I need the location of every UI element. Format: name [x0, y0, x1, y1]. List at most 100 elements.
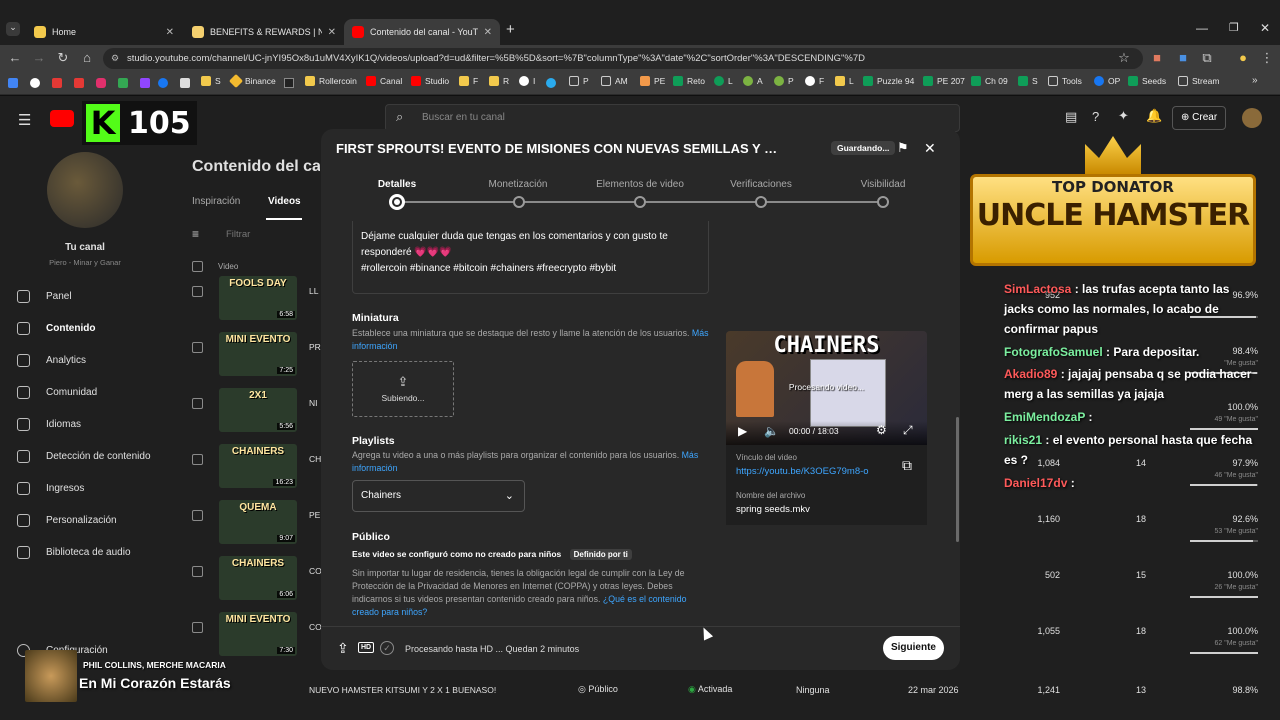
bookmark-icon[interactable]: [74, 78, 84, 88]
reload-icon[interactable]: ↻: [56, 51, 70, 65]
bookmark-p2[interactable]: P: [774, 76, 794, 86]
bookmark-pe-207[interactable]: PE 207: [923, 76, 965, 86]
close-tab-icon[interactable]: ✕: [166, 27, 174, 38]
sparkle-icon[interactable]: ✦: [1118, 108, 1129, 124]
next-button[interactable]: Siguiente: [883, 636, 944, 660]
bookmark-f[interactable]: F: [459, 76, 478, 86]
video-title[interactable]: NI: [309, 398, 318, 408]
sidebar-item-personalización[interactable]: Personalización: [17, 514, 117, 527]
url-input[interactable]: ⚙ studio.youtube.com/channel/UC-jnYI95Ox…: [103, 48, 1143, 69]
bookmark-icon[interactable]: [30, 78, 40, 88]
step-dot[interactable]: [513, 196, 525, 208]
bookmark-ch-09[interactable]: Ch 09: [971, 76, 1008, 86]
last-row-title[interactable]: NUEVO HAMSTER KITSUMI Y 2 X 1 BUENASO!: [309, 685, 496, 695]
step-elementos[interactable]: Elementos de video: [580, 179, 700, 190]
messages-icon[interactable]: ▤: [1065, 109, 1077, 125]
video-title[interactable]: LL: [309, 286, 318, 296]
bookmark-pe[interactable]: PE: [640, 76, 665, 86]
row-checkbox[interactable]: [192, 510, 203, 521]
row-checkbox[interactable]: [192, 566, 203, 577]
sidebar-item-idiomas[interactable]: Idiomas: [17, 418, 81, 431]
tab-search-icon[interactable]: ⌄: [6, 22, 20, 36]
settings-gear-icon[interactable]: ⚙: [876, 423, 887, 437]
bookmark-op[interactable]: OP: [1094, 76, 1120, 86]
forward-icon[interactable]: →: [32, 51, 46, 65]
row-checkbox[interactable]: [192, 286, 203, 297]
select-all-checkbox[interactable]: [192, 261, 203, 272]
account-avatar[interactable]: [1242, 108, 1262, 128]
sidebar-item-panel[interactable]: Panel: [17, 290, 72, 303]
copy-link-icon[interactable]: ⧉: [902, 457, 912, 474]
close-tab-icon[interactable]: ✕: [328, 27, 336, 38]
playlist-select[interactable]: Chainers ⌄: [352, 480, 525, 512]
bookmark-icon[interactable]: [284, 78, 294, 88]
tab-inspiracion[interactable]: Inspiración: [192, 196, 240, 207]
youtube-studio-logo[interactable]: [50, 110, 74, 127]
video-title[interactable]: PE: [309, 510, 320, 520]
step-verificaciones[interactable]: Verificaciones: [701, 179, 821, 190]
bookmark-star-icon[interactable]: ☆: [1117, 51, 1131, 65]
video-thumbnail[interactable]: QUEMA 9:07: [219, 500, 297, 544]
bookmark-p[interactable]: P: [569, 76, 589, 86]
help-icon[interactable]: ?: [1092, 109, 1099, 124]
step-monetizacion[interactable]: Monetización: [458, 179, 578, 190]
bookmark-icon[interactable]: [52, 78, 62, 88]
sidebar-item-ingresos[interactable]: Ingresos: [17, 482, 84, 495]
step-dot-active[interactable]: [389, 194, 405, 210]
video-thumbnail[interactable]: 2X1 5:56: [219, 388, 297, 432]
bookmark-f2[interactable]: F: [805, 76, 824, 86]
bookmark-icon[interactable]: [140, 78, 150, 88]
step-dot[interactable]: [877, 196, 889, 208]
volume-icon[interactable]: 🔈: [764, 424, 779, 438]
upload-status-icon[interactable]: ⇪: [337, 640, 349, 657]
bookmark-l[interactable]: L: [714, 76, 733, 86]
visibility-public[interactable]: ◎ Público: [578, 684, 618, 695]
tab-youtube-studio[interactable]: Contenido del canal - YouTube ✕: [344, 19, 500, 45]
close-window-icon[interactable]: ✕: [1260, 21, 1270, 35]
tab-videos[interactable]: Videos: [268, 196, 301, 207]
create-button[interactable]: ⊕ Crear: [1172, 106, 1227, 130]
search-box[interactable]: ⌕ Buscar en tu canal: [385, 104, 960, 132]
monetization-status[interactable]: ◉ Activada: [688, 684, 732, 695]
video-title[interactable]: CO: [309, 566, 322, 576]
hamburger-menu-icon[interactable]: ☰: [18, 111, 31, 129]
new-tab-button[interactable]: +: [506, 21, 515, 38]
sidebar-item-detección-de-contenido[interactable]: Detección de contenido: [17, 450, 151, 463]
bookmark-seeds[interactable]: Seeds: [1128, 76, 1166, 86]
video-thumbnail[interactable]: CHAINERS 6:06: [219, 556, 297, 600]
notifications-icon[interactable]: 🔔: [1146, 108, 1162, 124]
extension-icon[interactable]: ■: [1176, 51, 1190, 65]
video-title[interactable]: PR: [309, 342, 321, 352]
bookmark-a[interactable]: A: [743, 76, 763, 86]
extensions-puzzle-icon[interactable]: ⧉: [1200, 51, 1214, 65]
bookmark-icon[interactable]: [158, 78, 168, 88]
back-icon[interactable]: ←: [8, 51, 22, 65]
sidebar-item-contenido[interactable]: Contenido: [17, 322, 95, 335]
bookmark-l2[interactable]: L: [835, 76, 854, 86]
close-dialog-icon[interactable]: ✕: [924, 141, 936, 155]
bookmark-icon[interactable]: [96, 78, 106, 88]
site-info-icon[interactable]: ⚙: [111, 48, 119, 69]
bookmark-i[interactable]: I: [519, 76, 535, 86]
bookmark-canal[interactable]: Canal: [366, 76, 402, 86]
checks-status-icon[interactable]: ✓: [380, 641, 394, 655]
video-link[interactable]: https://youtu.be/K3OEG79m8-o: [736, 466, 886, 477]
bookmark-am[interactable]: AM: [601, 76, 628, 86]
feedback-icon[interactable]: ⚑: [897, 141, 909, 155]
bookmark-s[interactable]: S: [201, 76, 221, 86]
step-detalles[interactable]: Detalles: [337, 179, 457, 190]
tab-notion[interactable]: BENEFITS & REWARDS | Notion ✕: [184, 19, 344, 45]
bookmark-tools[interactable]: Tools: [1048, 76, 1082, 86]
step-dot[interactable]: [634, 196, 646, 208]
bookmark-s2[interactable]: S: [1018, 76, 1038, 86]
minimize-icon[interactable]: —: [1196, 21, 1208, 35]
browser-menu-icon[interactable]: ⋮: [1260, 51, 1274, 65]
profile-icon[interactable]: ●: [1236, 51, 1250, 65]
bookmark-icon[interactable]: [118, 78, 128, 88]
step-visibilidad[interactable]: Visibilidad: [823, 179, 943, 190]
bookmark-icon[interactable]: [8, 78, 18, 88]
thumbnail-upload-button[interactable]: ⇪ Subiendo...: [352, 361, 454, 417]
extension-icon[interactable]: ■: [1150, 51, 1164, 65]
fullscreen-icon[interactable]: ⤢: [903, 423, 913, 438]
close-tab-icon[interactable]: ✕: [484, 27, 492, 38]
